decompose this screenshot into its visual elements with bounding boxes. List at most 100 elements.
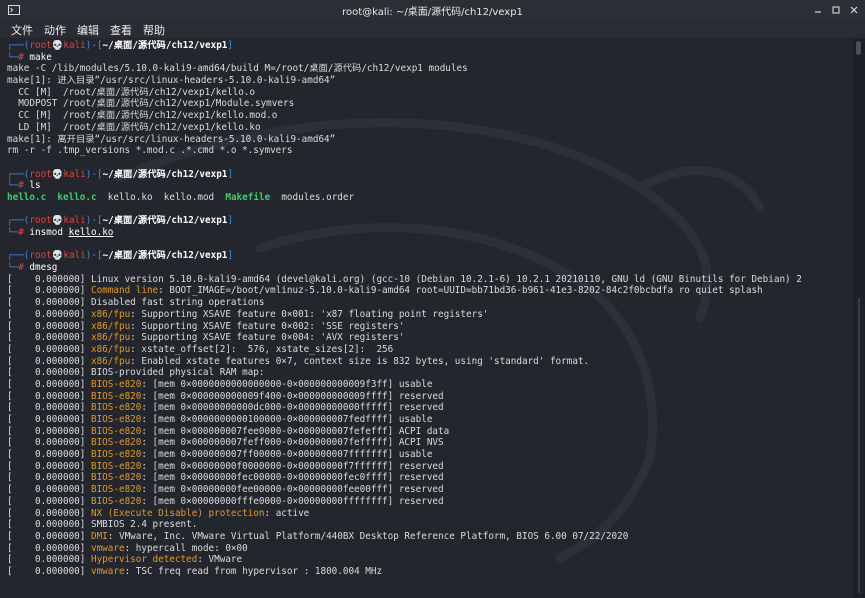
command-text: ls [29,180,41,192]
terminal-output[interactable]: ┌──(root💀kali)-[~/桌面/源代码/ch12/vexp1] └─#… [0,38,853,598]
prompt-host: kali [63,40,86,51]
dmesg-timestamp: [ 0.000000] [7,507,86,519]
dmesg-line: [ 0.000000] SMBIOS 2.4 present. [7,519,852,531]
dmesg-message: Linux version 5.10.0-kali9-amd64 (devel@… [90,273,802,285]
dmesg-message: : TSC freq read from hypervisor : 1800.0… [124,565,383,577]
scrollbar-thumb[interactable] [856,41,861,55]
output-line: CC [M] /root/桌面/源代码/ch12/vexp1/kello.mod… [7,110,278,122]
dmesg-message: : xstate_offset[2]: 576, xstate_sizes[2]… [130,343,394,355]
dmesg-tag: BIOS-e820 [90,472,142,484]
dmesg-line: [ 0.000000] BIOS-e820: [mem 0×0000000000… [7,414,852,426]
prompt-close: ] [227,215,234,227]
dmesg-line: [ 0.000000] BIOS-e820: [mem 0×0000000000… [7,379,852,391]
output-line: MODPOST /root/桌面/源代码/ch12/vexp1/Module.s… [7,98,295,110]
dmesg-timestamp: [ 0.000000] [7,449,86,461]
prompt-path: ~/桌面/源代码/ch12/vexp1 [102,40,228,51]
prompt-sep: )-[ [85,168,103,180]
dmesg-line: [ 0.000000] x86/fpu: Supporting XSAVE fe… [7,321,852,333]
dmesg-tag: x86/fpu [90,355,131,367]
dmesg-line: [ 0.000000] x86/fpu: Enabled xstate feat… [7,356,852,368]
dmesg-line: [ 0.000000] BIOS-e820: [mem 0×00000000ff… [7,496,852,508]
prompt-sep: )-[ [85,215,103,227]
dmesg-line: [ 0.000000] Disabled fast string operati… [7,297,852,309]
menu-view[interactable]: 查看 [110,22,132,38]
dmesg-timestamp: [ 0.000000] [7,414,86,425]
prompt-corner-bottom: └─ [7,227,19,238]
dmesg-line: [ 0.000000] vmware: TSC freq read from h… [7,566,852,578]
dmesg-timestamp: [ 0.000000] [7,273,86,285]
dmesg-message: Disabled fast string operations [90,297,265,309]
skull-icon: 💀 [51,168,64,180]
terminal-window: root@kali: ~/桌面/源代码/ch12/vexp1 文件 动作 编辑 … [0,0,865,598]
command-text: make [29,51,52,63]
minimize-icon[interactable] [812,4,824,16]
dmesg-timestamp: [ 0.000000] [7,472,86,484]
output-line: rm -r -f .tmp_versions *.mod.c .*.cmd *.… [7,145,293,157]
prompt-path: ~/桌面/源代码/ch12/vexp1 [102,250,228,262]
file-entry: Makefile [225,191,271,203]
dmesg-message: : [mem 0×000000000009f400-0×000000000009… [141,390,444,402]
dmesg-message: : [mem 0×0000000000100000-0×000000007fed… [141,414,433,425]
prompt-sep: )-[ [85,40,103,51]
menu-file[interactable]: 文件 [11,22,33,38]
dmesg-message: : [mem 0×00000000000dc000-0×00000000000f… [141,402,444,414]
dmesg-message: : VMware [197,554,243,566]
file-entry: kello.ko [107,191,153,203]
dmesg-tag: BIOS-e820 [90,460,142,472]
maximize-icon[interactable] [830,4,842,16]
dmesg-timestamp: [ 0.000000] [7,484,86,496]
prompt-user: root [29,250,52,262]
title-bar[interactable]: root@kali: ~/桌面/源代码/ch12/vexp1 [0,0,865,21]
dmesg-line: [ 0.000000] Command line: BOOT_IMAGE=/bo… [7,285,852,297]
prompt-host: kali [63,250,86,262]
dmesg-tag: BIOS-e820 [90,390,142,402]
dmesg-tag: x86/fpu [90,308,131,320]
vertical-scrollbar[interactable] [853,38,865,598]
dmesg-line: [ 0.000000] BIOS-e820: [mem 0×000000007f… [7,449,852,461]
dmesg-line: [ 0.000000] Linux version 5.10.0-kali9-a… [7,274,852,286]
skull-icon: 💀 [51,250,64,262]
prompt-user: root [29,40,52,51]
dmesg-line: [ 0.000000] BIOS-e820: [mem 0×0000000000… [7,391,852,403]
dmesg-timestamp: [ 0.000000] [7,332,86,344]
output-line: CC [M] /root/桌面/源代码/ch12/vexp1/kello.o [7,86,255,98]
prompt-hash: # [18,262,24,274]
dmesg-tag: x86/fpu [90,343,131,355]
prompt-close: ] [227,40,234,51]
dmesg-tag: BIOS-e820 [90,414,142,425]
menu-edit[interactable]: 编辑 [77,22,99,38]
dmesg-line: [ 0.000000] x86/fpu: Supporting XSAVE fe… [7,309,852,321]
dmesg-tag: NX (Execute Disable) protection [90,507,265,519]
dmesg-message: : Supporting XSAVE feature 0×002: 'SSE r… [130,320,405,332]
close-icon[interactable] [848,4,860,16]
scrollbar-track [858,298,860,593]
prompt-corner: ┌──( [7,40,30,51]
dmesg-timestamp: [ 0.000000] [7,308,86,320]
menu-actions[interactable]: 动作 [44,22,66,38]
dmesg-line: [ 0.000000] vmware: hypercall mode: 0×00 [7,543,852,555]
prompt-line: ┌──(root💀kali)-[~/桌面/源代码/ch12/vexp1] [7,40,852,52]
file-entry: kello.c [57,191,97,203]
prompt-corner: ┌──( [7,250,30,262]
dmesg-message: : VMware, Inc. VMware Virtual Platform/4… [107,530,629,542]
dmesg-tag: BIOS-e820 [90,425,142,437]
menu-help[interactable]: 帮助 [143,22,165,38]
output-line: make -C /lib/modules/5.10.0-kali9-amd64/… [7,63,468,75]
ls-output-line: hello.c kello.c kello.ko kello.mod Makef… [7,192,852,204]
dmesg-tag: BIOS-e820 [90,449,142,461]
dmesg-line: [ 0.000000] x86/fpu: Supporting XSAVE fe… [7,332,852,344]
dmesg-tag: Command line [90,285,159,297]
dmesg-line: [ 0.000000] BIOS-e820: [mem 0×0000000000… [7,402,852,414]
dmesg-tag: DMI [90,530,108,542]
dmesg-line: [ 0.000000] x86/fpu: xstate_offset[2]: 5… [7,344,852,356]
command-line: └─# dmesg [7,262,852,274]
dmesg-tag: BIOS-e820 [90,402,142,414]
dmesg-tag: BIOS-e820 [90,495,142,507]
prompt-user: root [29,168,52,180]
output-line: make[1]: 离开目录“/usr/src/linux-headers-5.1… [7,133,336,145]
dmesg-line: [ 0.000000] BIOS-provided physical RAM m… [7,367,852,379]
dmesg-timestamp: [ 0.000000] [7,519,86,531]
dmesg-timestamp: [ 0.000000] [7,554,86,566]
dmesg-timestamp: [ 0.000000] [7,367,86,379]
